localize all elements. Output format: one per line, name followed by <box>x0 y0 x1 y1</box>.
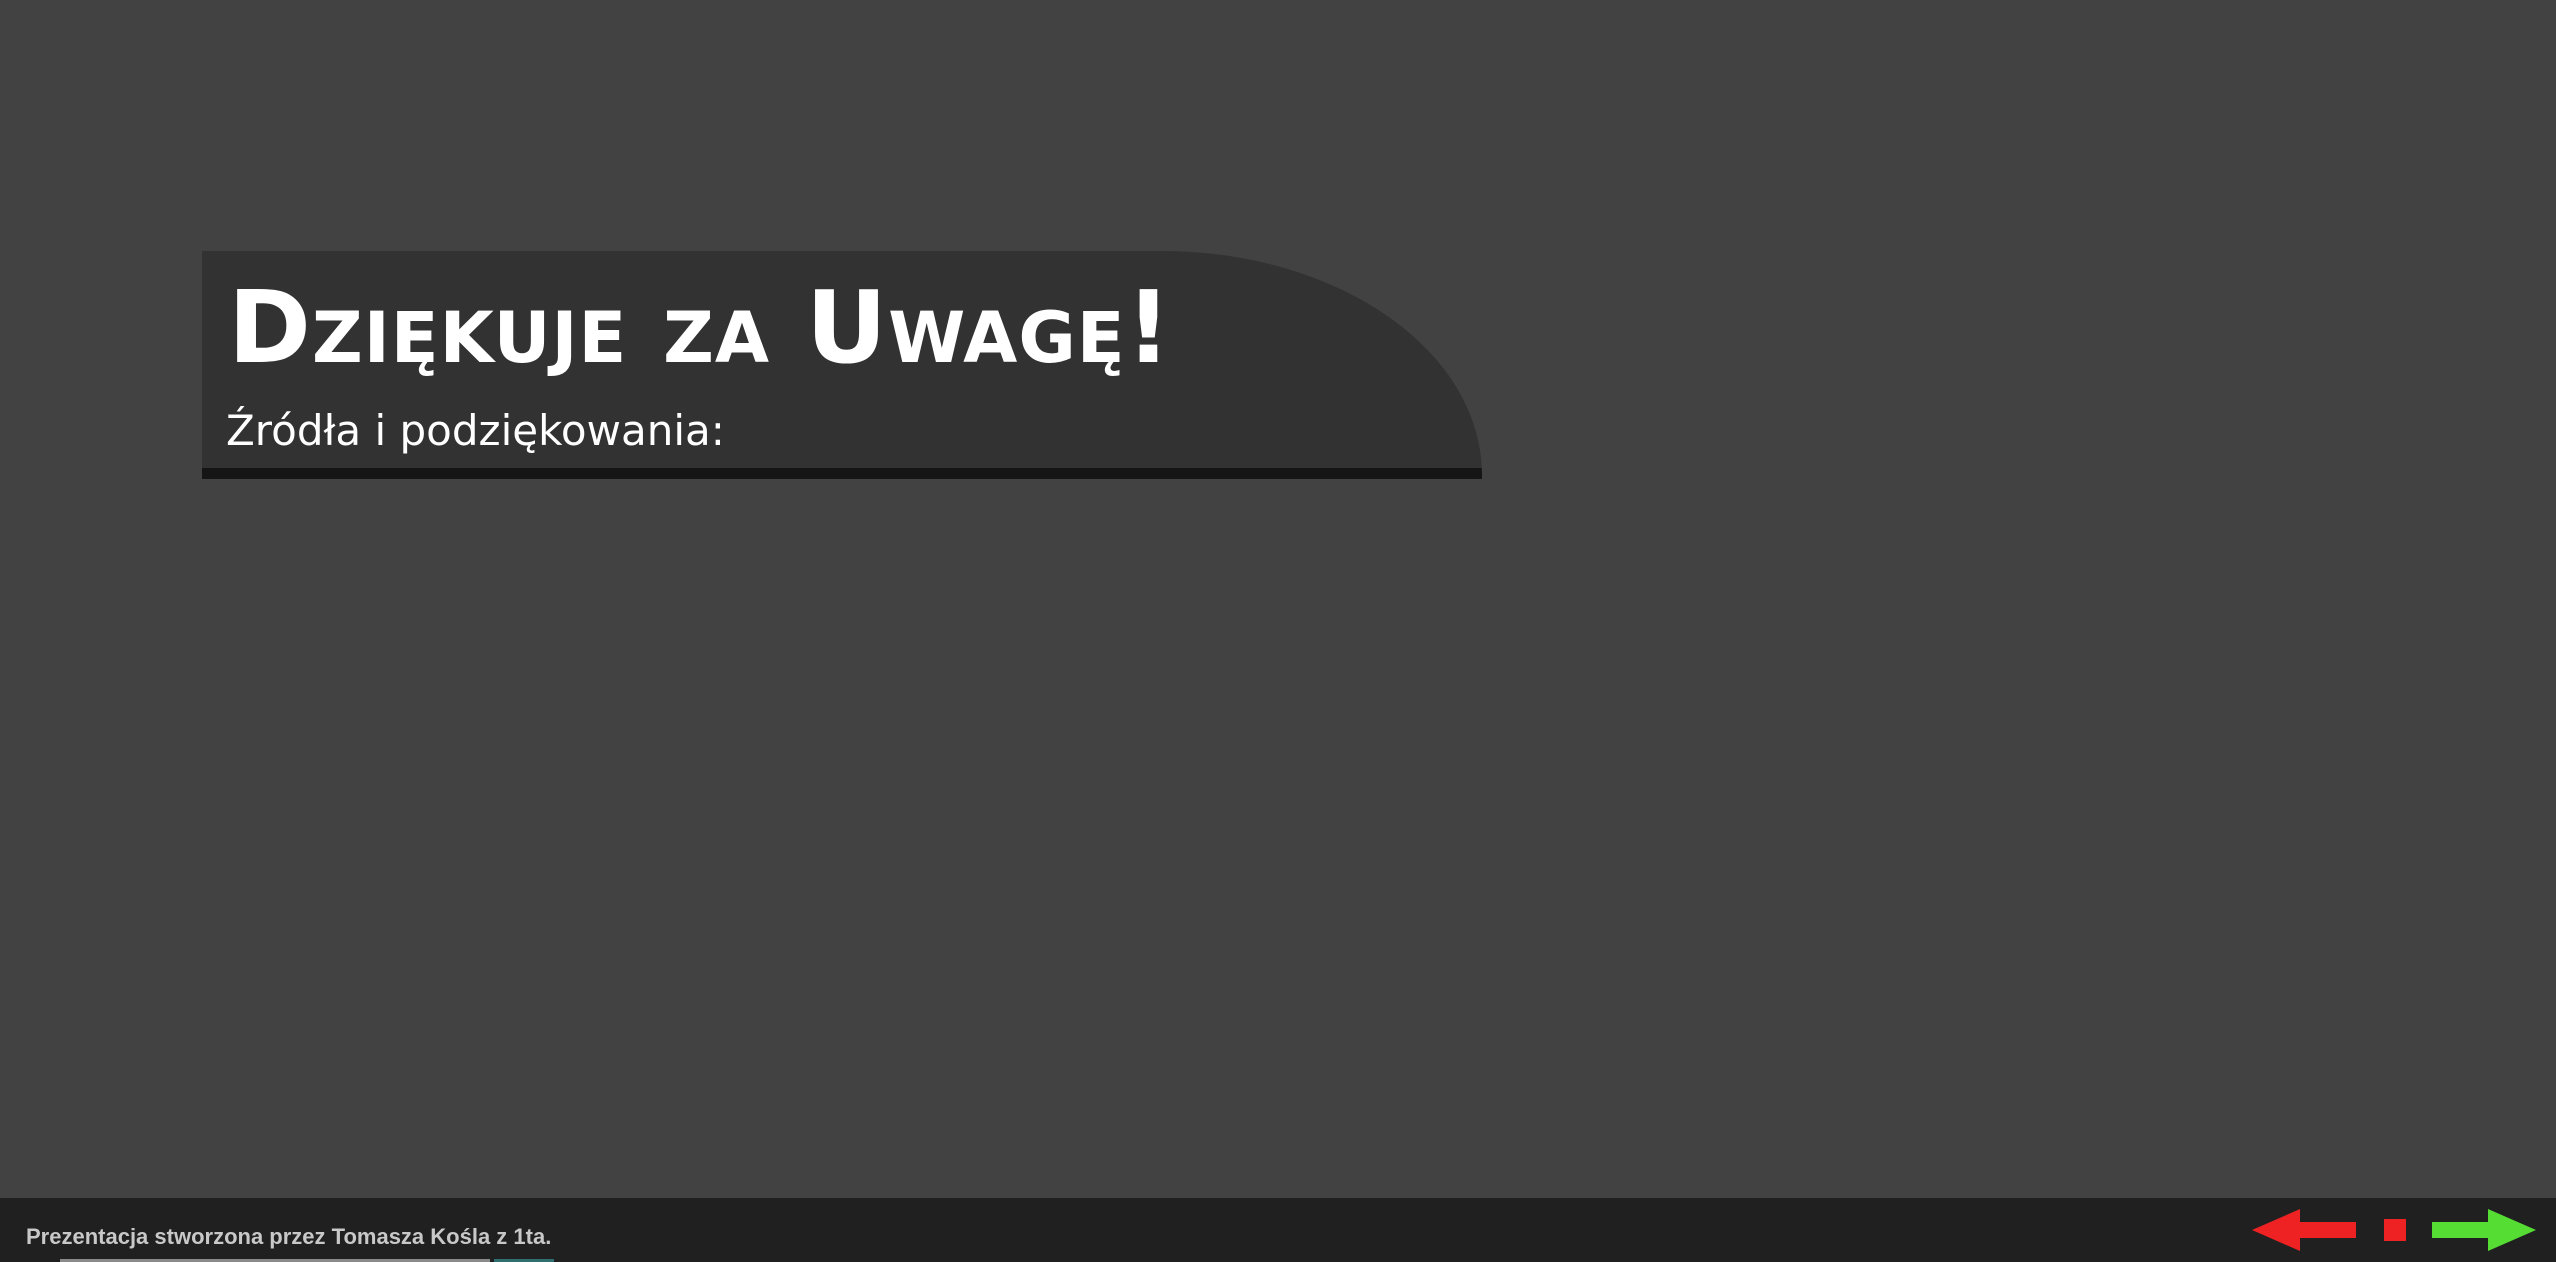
slide-subtitle: Źródła i podziękowania: <box>226 406 725 455</box>
slide-title: Dziękuje za Uwagę! <box>228 269 1173 386</box>
arrow-right-icon <box>2432 1209 2536 1251</box>
next-slide-button[interactable] <box>2432 1205 2536 1255</box>
title-underline <box>202 468 1482 479</box>
previous-slide-button[interactable] <box>2252 1205 2356 1255</box>
arrow-left-icon <box>2252 1209 2356 1251</box>
stop-presentation-button[interactable] <box>2384 1219 2406 1241</box>
title-panel: Dziękuje za Uwagę! Źródła i podziękowani… <box>202 251 1482 479</box>
presentation-credit: Prezentacja stworzona przez Tomasza Kośl… <box>26 1224 552 1249</box>
footer-bar: Prezentacja stworzona przez Tomasza Kośl… <box>0 1198 2556 1262</box>
slide: Dziękuje za Uwagę! Źródła i podziękowani… <box>0 0 2556 1198</box>
